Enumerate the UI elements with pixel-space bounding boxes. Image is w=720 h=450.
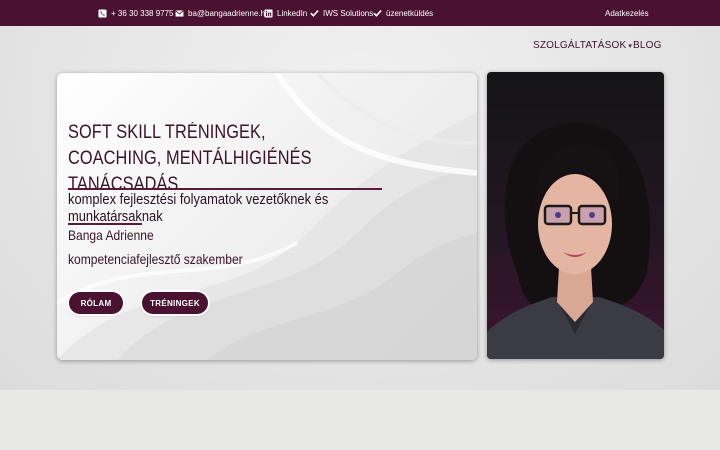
iws-text: IWS Solutions [323,8,374,18]
linkedin-text: LinkedIn [277,8,308,18]
linkedin-icon [264,8,273,18]
nav-services-label: SZOLGÁLTATÁSOK [533,40,627,51]
hero-card: SOFT SKILL TRÉNINGEK, COACHING, MENTÁLHI… [57,73,477,360]
message-link[interactable]: üzenetküldés [373,0,433,26]
hero-subtitle: komplex fejlesztési folyamatok vezetőkne… [68,191,329,225]
person-role: kompetenciafejlesztő szakember [68,251,243,267]
trainings-button[interactable]: TRÉNINGEK [142,292,208,314]
hero-title-line1: SOFT SKILL TRÉNINGEK, [68,122,266,143]
chevron-down-icon: ▾ [628,43,633,50]
short-divider [68,223,142,225]
top-contact-bar: + 36 30 338 9775 ba@bangaadrienne.hu Lin… [0,0,720,26]
email-text: ba@bangaadrienne.hu [188,8,270,18]
email-link[interactable]: ba@bangaadrienne.hu [175,0,270,26]
portrait-photo [487,72,664,359]
person-name: Banga Adrienne [68,227,154,243]
phone-text: + 36 30 338 9775 [111,8,174,18]
title-divider [68,188,382,190]
check-icon [310,9,319,18]
privacy-link[interactable]: Adatkezelés [605,0,649,26]
privacy-text: Adatkezelés [605,8,649,18]
nav-blog[interactable]: BLOG [633,40,662,51]
check-icon [373,9,382,18]
phone-link[interactable]: + 36 30 338 9775 [98,0,174,26]
envelope-icon [175,9,184,18]
linkedin-link[interactable]: LinkedIn [264,0,307,26]
hero-title: SOFT SKILL TRÉNINGEK, COACHING, MENTÁLHI… [68,120,412,198]
phone-icon [98,8,107,18]
message-text: üzenetküldés [386,8,434,18]
nav-blog-label: BLOG [633,40,662,51]
nav-services[interactable]: SZOLGÁLTATÁSOK ▾ [533,40,632,51]
iws-link[interactable]: IWS Solutions [310,0,373,26]
portrait-illustration [487,123,664,359]
page-bottom-area [0,390,720,450]
about-button[interactable]: RÓLAM [69,292,123,314]
